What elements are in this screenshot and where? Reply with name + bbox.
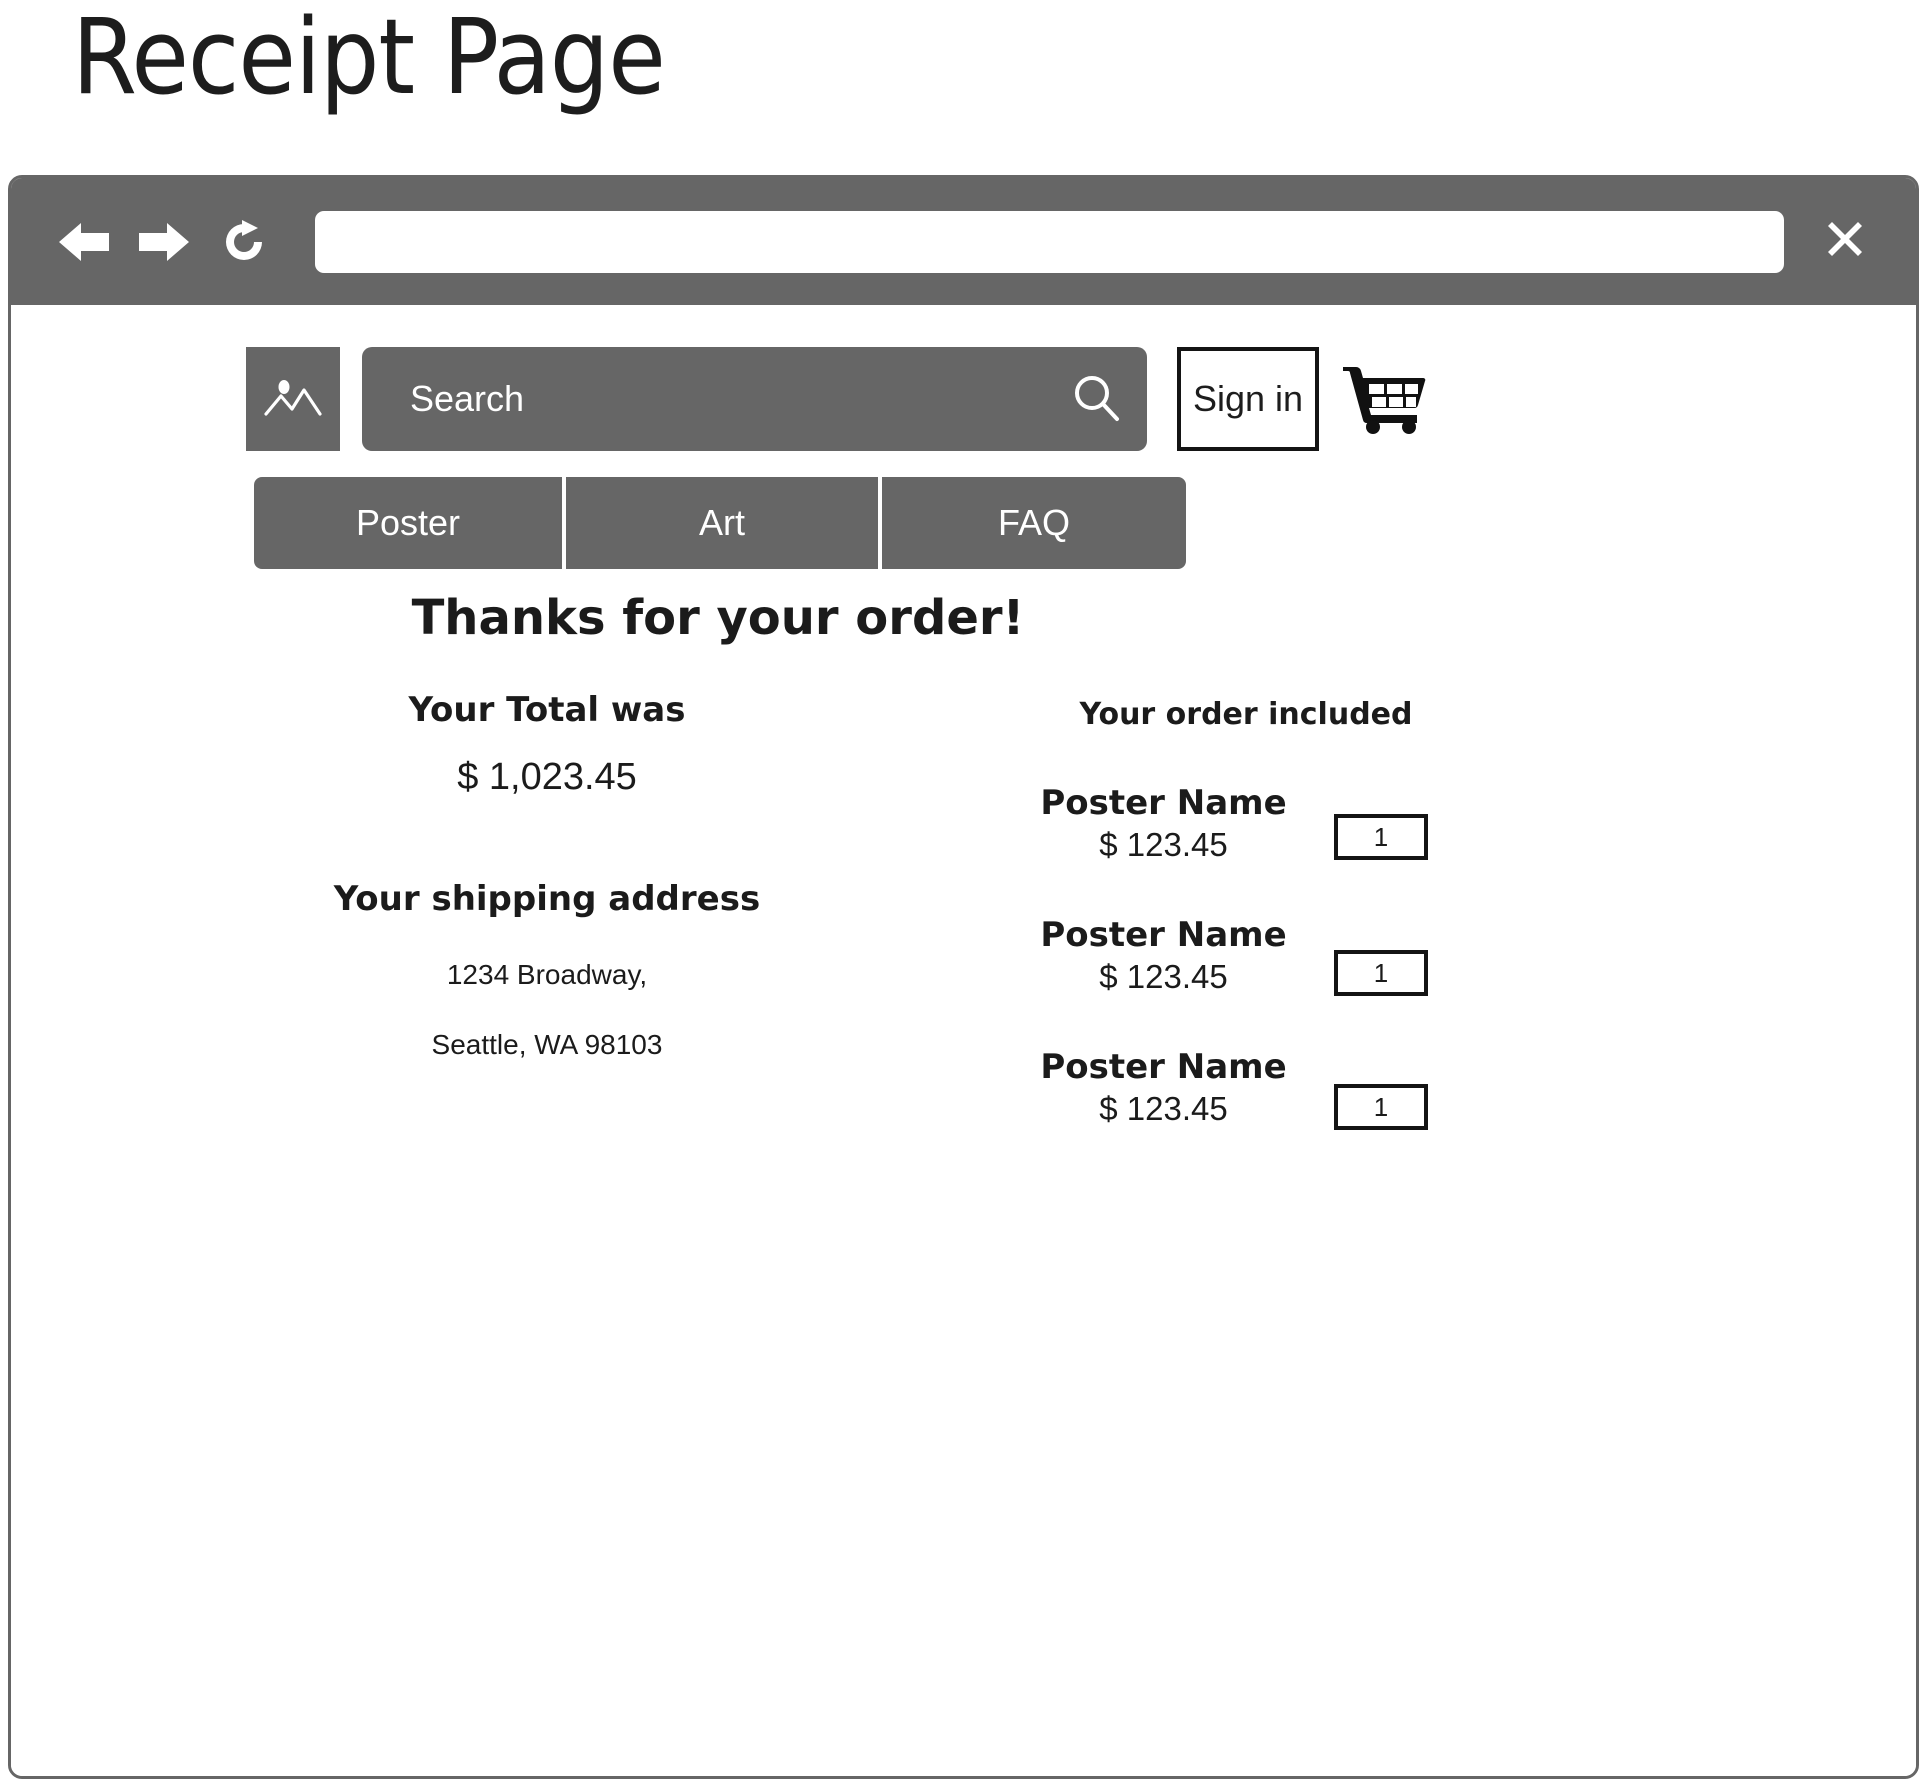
tab-faq[interactable]: FAQ: [882, 477, 1186, 569]
shipping-address-line-2: Seattle, WA 98103: [431, 1029, 663, 1060]
page-title: Receipt Page: [72, 0, 666, 118]
reload-icon: [220, 218, 268, 266]
total-amount: $ 1,023.45: [457, 756, 637, 798]
site-logo[interactable]: [246, 347, 340, 451]
order-item-price: $ 123.45: [1099, 826, 1228, 863]
order-confirmation-headline: Thanks for your order!: [411, 590, 1025, 646]
order-item-row: Poster Name $ 123.45: [1011, 918, 1481, 996]
search-input[interactable]: [410, 378, 1071, 420]
search-bar[interactable]: [362, 347, 1147, 451]
shipping-address-title: Your shipping address: [333, 879, 761, 919]
mountain-image-icon: [264, 376, 322, 423]
close-icon: [1822, 216, 1868, 267]
browser-toolbar: [11, 178, 1916, 305]
order-items-title: Your order included: [1079, 697, 1413, 732]
shopping-cart-icon: [1340, 359, 1426, 440]
order-item-quantity[interactable]: [1334, 1084, 1428, 1130]
forward-button[interactable]: [135, 213, 193, 271]
order-item-text: Poster Name $ 123.45: [1011, 786, 1316, 864]
order-item-quantity[interactable]: [1334, 814, 1428, 860]
tab-poster[interactable]: Poster: [254, 477, 562, 569]
order-item-price: $ 123.45: [1099, 1090, 1228, 1127]
arrow-right-icon: [137, 220, 191, 264]
order-item-price: $ 123.45: [1099, 958, 1228, 995]
close-window-button[interactable]: [1816, 213, 1874, 271]
back-button[interactable]: [55, 213, 113, 271]
order-items-column: Your order included Poster Name $ 123.45…: [1011, 697, 1481, 1130]
order-item-name: Poster Name: [1040, 1047, 1287, 1087]
cart-button[interactable]: [1337, 353, 1429, 445]
page-content: Sign in: [11, 305, 1916, 1776]
site-header: Sign in: [246, 347, 1916, 451]
order-item-text: Poster Name $ 123.45: [1011, 1050, 1316, 1128]
search-icon[interactable]: [1071, 372, 1121, 427]
shipping-address-line-1: 1234 Broadway,: [446, 959, 648, 990]
order-item-row: Poster Name $ 123.45: [1011, 1050, 1481, 1130]
order-item-text: Poster Name $ 123.45: [1011, 918, 1316, 996]
order-item-name: Poster Name: [1040, 783, 1287, 823]
sign-in-button[interactable]: Sign in: [1177, 347, 1319, 451]
order-item-name: Poster Name: [1040, 915, 1287, 955]
reload-button[interactable]: [215, 213, 273, 271]
browser-window: Sign in: [8, 175, 1919, 1779]
nav-tabs: Poster Art FAQ: [254, 477, 1186, 569]
url-input[interactable]: [315, 210, 1784, 273]
tab-art[interactable]: Art: [566, 477, 878, 569]
order-summary-column: Your Total was $ 1,023.45 Your shipping …: [257, 690, 837, 1061]
total-title: Your Total was: [408, 690, 686, 730]
order-item-quantity[interactable]: [1334, 950, 1428, 996]
arrow-left-icon: [57, 220, 111, 264]
order-item-row: Poster Name $ 123.45: [1011, 786, 1481, 864]
